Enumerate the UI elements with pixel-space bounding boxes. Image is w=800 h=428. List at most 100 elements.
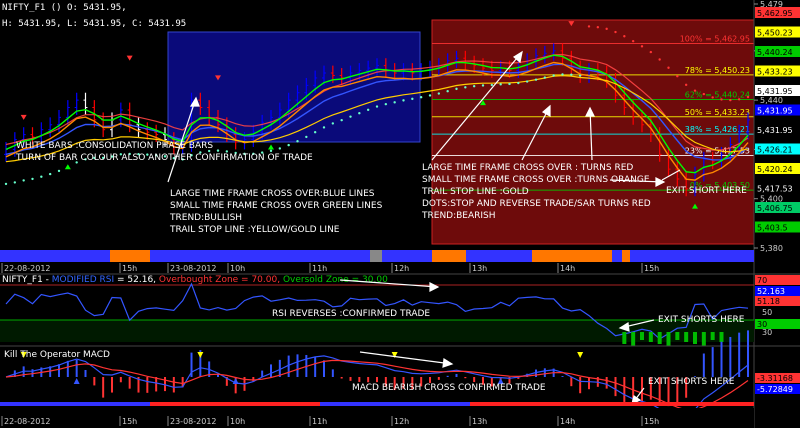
sar-dot <box>534 78 538 81</box>
ohlc-header: H: 5431.95, L: 5431.95, C: 5431.95 <box>2 19 186 29</box>
price-axis-bg <box>754 0 800 428</box>
fib-label: 50% = 5,433.23 <box>685 108 750 117</box>
sar-dot <box>623 35 626 38</box>
sar-dot <box>419 96 423 99</box>
trend-bar-segment <box>110 250 150 262</box>
sar-dot <box>340 118 343 122</box>
macd-exit-annotation: EXIT SHORTS HERE <box>648 377 735 387</box>
sar-dot <box>578 74 582 77</box>
rsi-oversold-bar <box>710 332 715 340</box>
sar-dot <box>676 74 679 78</box>
sar-dot <box>693 89 697 92</box>
macd-title: Kill The Operator MACD <box>4 350 110 360</box>
rsi-oversold-bar <box>675 332 680 340</box>
sar-dot <box>614 30 617 34</box>
sar-dot <box>570 73 573 76</box>
time-tick-label: 13h <box>472 417 487 426</box>
sar-dot <box>508 82 511 86</box>
sar-dot <box>411 97 414 101</box>
sar-dot <box>40 175 43 178</box>
rsi-oversold-bar <box>640 332 644 340</box>
rsi-tick-label: 30 <box>762 328 772 337</box>
fib-label: 78% = 5,450.23 <box>685 66 750 75</box>
sar-dot <box>464 86 467 89</box>
price-marker-label: 5,450.23 <box>757 29 793 38</box>
time-tick-label: 22-08-2012 <box>4 417 51 426</box>
sar-dot <box>375 105 379 108</box>
price-marker-label: 5,433.23 <box>757 68 793 77</box>
sar-dot <box>649 50 653 54</box>
sar-dot <box>4 182 8 186</box>
price-marker-label: 5,420.24 <box>757 165 793 174</box>
rsi-oversold-bar <box>719 332 724 342</box>
sar-dot <box>313 130 317 134</box>
sar-dot <box>746 95 750 99</box>
sar-dot <box>552 74 555 77</box>
sar-dot <box>729 98 732 102</box>
annotation-exit-short: EXIT SHORT HERE <box>666 186 747 196</box>
rsi-oversold-bar <box>701 332 706 346</box>
time-tick-label: 23-08-2012 <box>170 264 217 273</box>
time-tick-label: 10h <box>230 417 245 426</box>
sar-dot <box>711 96 714 99</box>
sar-dot <box>472 84 476 88</box>
rsi-oversold-bar <box>622 332 627 344</box>
sar-dot <box>455 87 458 91</box>
time-tick-label: 23-08-2012 <box>170 417 217 426</box>
macd-trend-segment <box>150 402 320 406</box>
rsi-oversold-bar <box>657 332 662 344</box>
rsi-oversold-bar <box>684 332 689 342</box>
rsi-oversold-bar <box>666 332 671 346</box>
price-marker-label: 5,403.5 <box>757 224 788 233</box>
rsi-axis-markers: 70 52.16351.18 30 <box>755 275 800 329</box>
time-tick-label: 15h <box>122 264 137 273</box>
sar-dot <box>48 172 52 176</box>
time-tick-label: 12h <box>394 264 409 273</box>
trend-bar-segment <box>466 250 532 262</box>
macd-trend-segment <box>320 402 470 406</box>
sar-dot <box>384 102 388 106</box>
sar-dot <box>720 98 723 101</box>
sar-dot <box>13 181 17 184</box>
sar-dot <box>428 94 432 97</box>
time-axis-2: 22-08-2012 15h 23-08-2012 10h 11h 12h 13h 14h 15… <box>0 402 754 428</box>
sar-dot <box>358 112 361 115</box>
trend-bar-segment <box>630 250 754 262</box>
sar-dot <box>499 83 502 86</box>
sar-dot <box>587 25 591 28</box>
sar-dot <box>605 27 608 31</box>
time-tick-label: 14h <box>560 264 575 273</box>
price-marker-label: 5,431.95 <box>757 107 793 116</box>
trend-bar-segment <box>432 250 466 262</box>
sar-dot <box>737 98 741 101</box>
time-tick-label: 11h <box>312 264 327 273</box>
macd-trend-segment <box>470 402 754 406</box>
time-tick-label: 13h <box>472 264 487 273</box>
rsi-marker-label: 52.163 <box>757 287 785 296</box>
time-tick-label: 11h <box>312 417 327 426</box>
price-tick-label: 5,380 <box>760 244 783 253</box>
rsi-marker-label: 70 <box>757 276 767 285</box>
fib-label: 100% = 5,462.95 <box>680 35 750 44</box>
time-tick-label: 15h <box>644 264 659 273</box>
sar-dot <box>57 169 61 173</box>
rsi-tick-label: 50 <box>762 308 772 317</box>
sar-dot <box>631 39 635 43</box>
rsi-title: NIFTY_F1 - MODIFIED RSI = 52.16, Overbou… <box>2 275 388 285</box>
sar-dot <box>393 101 396 104</box>
sar-dot <box>287 143 290 147</box>
price-marker-label: 5,431.95 <box>757 126 793 135</box>
sar-dot <box>640 45 644 48</box>
time-tick-label: 15h <box>644 417 659 426</box>
rsi-oversold-bar <box>648 332 653 342</box>
time-tick-label: 10h <box>230 264 245 273</box>
time-tick-label: 14h <box>560 417 575 426</box>
macd-annotation: MACD BEARISH CROSS CONFIRMED TRADE <box>352 383 546 393</box>
trend-bar-segment <box>370 250 382 262</box>
rsi-marker-label: 30 <box>757 320 767 329</box>
rsi-exit-annotation: EXIT SHORTS HERE <box>658 315 745 325</box>
sar-dot <box>490 83 494 87</box>
sar-dot <box>543 76 547 79</box>
trend-bar-segment <box>622 250 630 262</box>
trend-bar-segment <box>612 250 622 262</box>
